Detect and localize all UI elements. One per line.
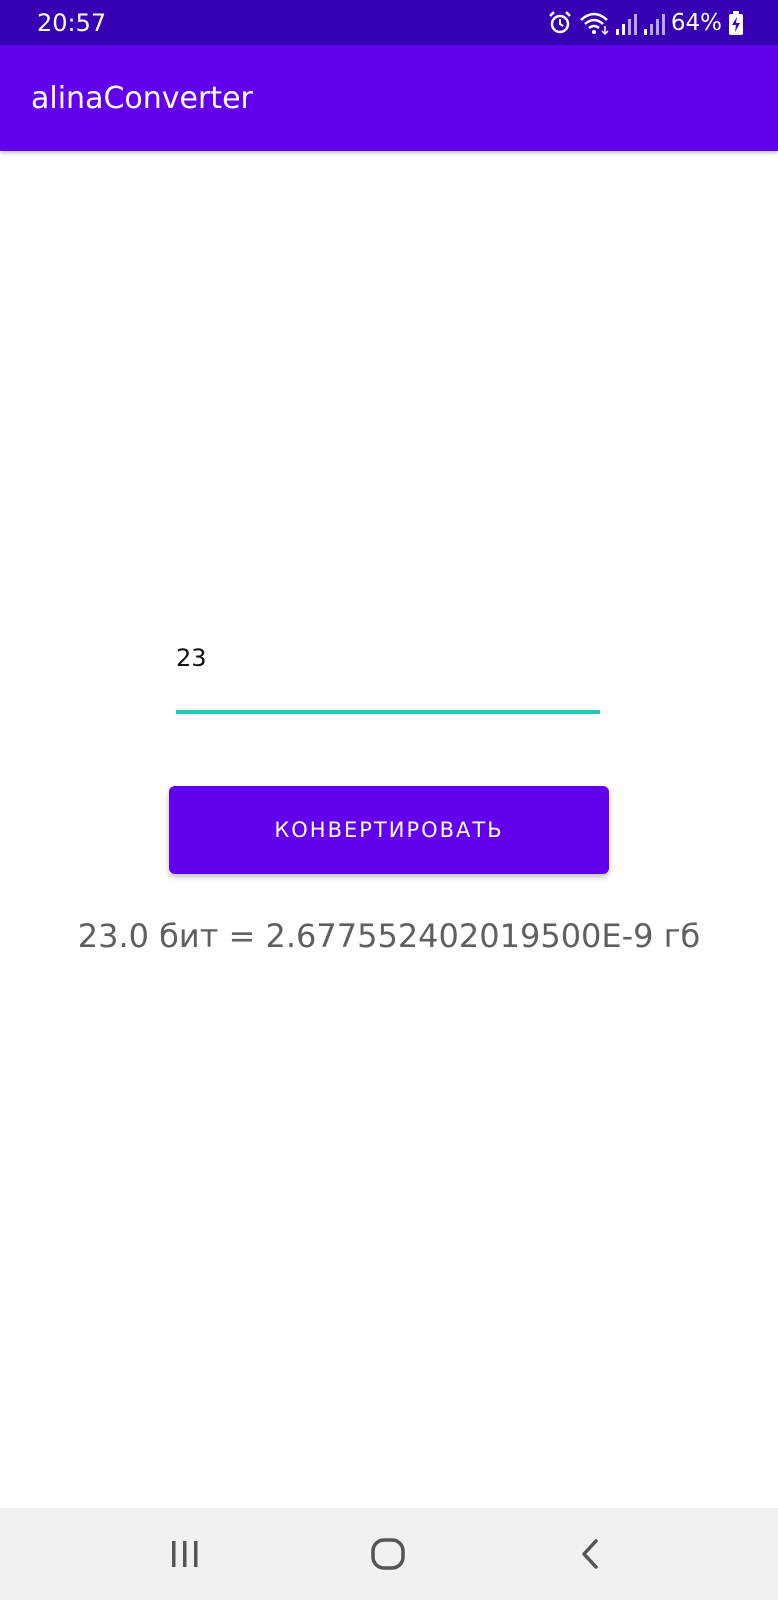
battery-percent: 64% [670,10,722,36]
result-text: 23.0 бит = 2.677552402019500Е-9 гб [77,917,701,955]
status-icons: 64% [547,9,744,37]
app-title: alinaConverter [31,81,253,116]
home-icon[interactable] [358,1530,418,1578]
bits-input[interactable] [176,628,600,688]
signal-icon [643,10,665,36]
alarm-icon [547,10,573,36]
convert-button-label: КОНВЕРТИРОВАТЬ [274,818,504,842]
back-icon[interactable] [560,1530,620,1578]
navigation-bar [0,1508,778,1600]
app-bar: alinaConverter [0,45,778,151]
status-time: 20:57 [37,9,107,37]
convert-button[interactable]: КОНВЕРТИРОВАТЬ [169,786,609,874]
bits-input-container [176,628,600,716]
recent-apps-icon[interactable] [155,1530,215,1578]
wifi-icon [579,10,609,36]
battery-charging-icon [728,10,744,36]
input-underline [176,710,600,714]
signal-icon [615,10,637,36]
status-bar: 20:57 64% [0,0,778,45]
